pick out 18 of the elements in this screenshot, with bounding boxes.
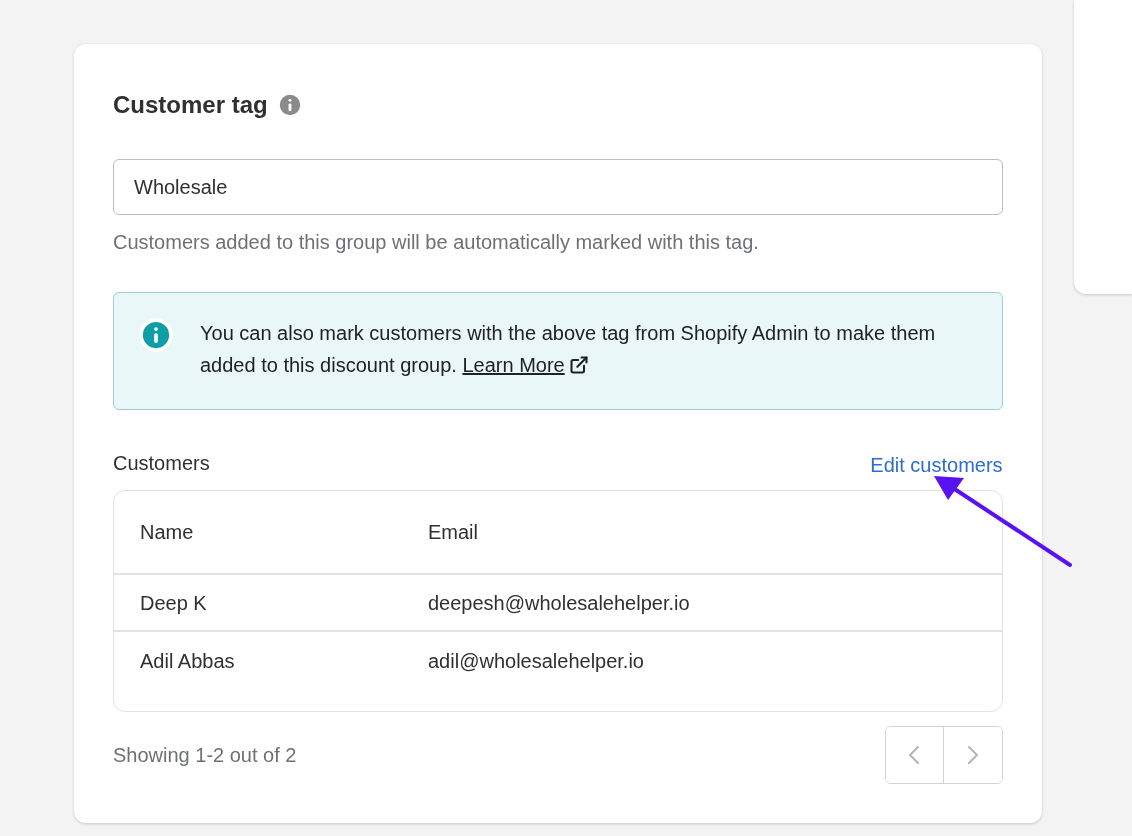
- customers-label: Customers: [113, 451, 210, 476]
- table-cell-text: adil@wholesalehelper.io: [427, 648, 645, 674]
- tag-input-field[interactable]: Wholesale: [113, 159, 1003, 215]
- help-text: Customers added to this group will be automatically marked with this tag.: [113, 230, 760, 255]
- column-header: Email: [427, 520, 479, 545]
- table-cell-text: deepesh@wholesalehelper.io: [427, 590, 691, 616]
- external-link-icon: [568, 355, 589, 375]
- section-title: Customer tag: [113, 90, 268, 120]
- learn-more-link[interactable]: Learn More: [462, 349, 589, 381]
- banner-text: You can also mark customers with the above tag from Shopify Admin to make them added to this discount group. Learn More: [200, 317, 978, 381]
- chevron-left-icon: [909, 746, 920, 764]
- chevron-right-icon: [967, 746, 978, 764]
- info-icon: [138, 317, 174, 353]
- edit-customers-link[interactable]: Edit customers: [870, 450, 1003, 480]
- column-header: Name: [139, 520, 195, 545]
- table-cell-text: Deep K: [139, 590, 208, 616]
- table-cell-text: Adil Abbas: [139, 648, 236, 674]
- pagination-summary: Showing 1-2 out of 2: [113, 743, 297, 768]
